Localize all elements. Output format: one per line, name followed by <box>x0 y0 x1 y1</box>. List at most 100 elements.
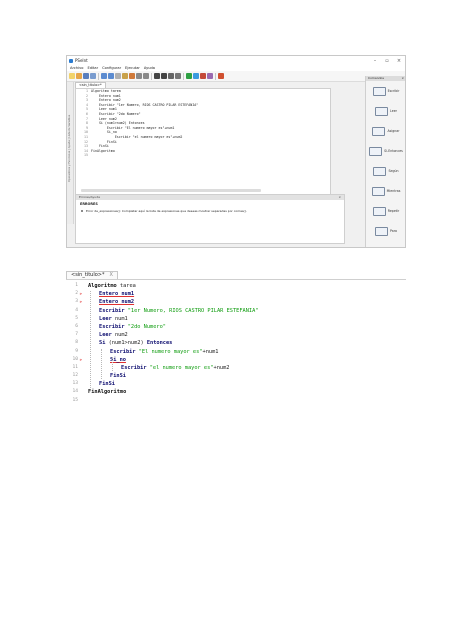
line-number: 11 <box>72 364 78 370</box>
menu-editar[interactable]: Editar <box>87 66 98 70</box>
pseint-window: PSeInt – ▫ × Archivo Editar Configurar E… <box>66 55 406 248</box>
command-label: Leer <box>390 109 397 113</box>
replace-icon[interactable] <box>168 73 174 79</box>
zoom-code-line[interactable]: 11 Escribir "el numero mayor es"+num2 <box>66 364 406 372</box>
zoom-code-line[interactable]: 2 ⊳ Entero num1 <box>66 290 406 298</box>
command-icon <box>372 206 386 216</box>
indent-guide <box>112 356 113 372</box>
undo-icon[interactable] <box>101 73 107 79</box>
command-icon <box>369 146 383 156</box>
code-token: FinAlgoritmo <box>88 389 127 396</box>
horizontal-scrollbar[interactable] <box>81 189 261 192</box>
line-number: 8 <box>75 340 78 346</box>
line-number: 5 <box>75 315 78 321</box>
save-icon[interactable] <box>83 73 89 79</box>
code-text: Entero num2 <box>84 298 134 306</box>
zoom-code-line[interactable]: 14 FinAlgoritmo <box>66 388 406 396</box>
code-token: "El numero mayor es" <box>135 348 203 355</box>
menu-ayuda[interactable]: Ayuda <box>144 66 155 70</box>
code-token: Escribir <box>110 348 136 355</box>
command-label: Asignar <box>387 129 400 133</box>
command-7[interactable]: Para <box>366 221 405 241</box>
line-number: 10 <box>72 356 78 362</box>
line-number: 2 <box>75 291 78 297</box>
errors-panel: Errores/Ayuda × ERRORES Error de_expresi… <box>75 194 345 244</box>
command-2[interactable]: Asignar <box>366 121 405 141</box>
indent-icon[interactable] <box>175 73 181 79</box>
help-icon[interactable] <box>218 73 224 79</box>
command-4[interactable]: Según <box>366 161 405 181</box>
zoom-code-line[interactable]: 3 ⊳ Entero num2 <box>66 298 406 306</box>
command-label: Según <box>388 169 399 173</box>
command-label: Escribir <box>387 89 400 93</box>
code-text: Escribir "El numero mayor es"+num1 <box>84 348 218 356</box>
menu-ejecutar[interactable]: Ejecutar <box>125 66 140 70</box>
new-file-icon[interactable] <box>69 73 75 79</box>
find-icon[interactable] <box>154 73 160 79</box>
copy-icon[interactable] <box>122 73 128 79</box>
redo-icon[interactable] <box>108 73 114 79</box>
open-file-icon[interactable] <box>76 73 82 79</box>
flowchart-icon[interactable] <box>200 73 206 79</box>
toolbar-separator <box>151 72 152 80</box>
close-icon[interactable]: × <box>401 76 404 81</box>
zoom-code-line[interactable]: 15 <box>66 397 406 405</box>
line-number: 14 <box>72 389 78 395</box>
command-8[interactable]: Función <box>366 241 405 247</box>
left-side-strip[interactable]: Operadores y Funciones | Ayuda | Lista d… <box>67 82 74 224</box>
zoom-code-line[interactable]: 5 Leer num1 <box>66 315 406 323</box>
code-line[interactable]: 15 <box>76 153 330 158</box>
menu-archivo[interactable]: Archivo <box>70 66 83 70</box>
errors-panel-header: Errores/Ayuda × <box>76 195 344 200</box>
code-token: Escribir <box>99 323 125 330</box>
zoom-code-line[interactable]: 4 Escribir "1er Numero, RIOS CASTRO PILAR… <box>66 307 406 315</box>
code-text: Escribir "1er Numero, RIOS CASTRO PILAR … <box>84 307 258 315</box>
command-5[interactable]: Mientras <box>366 181 405 201</box>
error-item[interactable]: Error de_expresiones(): Completar aquí l… <box>76 206 344 213</box>
command-6[interactable]: Repetir <box>366 201 405 221</box>
find-next-icon[interactable] <box>161 73 167 79</box>
title-bar: PSeInt – ▫ × <box>67 56 405 65</box>
code-token: Escribir <box>99 307 125 314</box>
zoom-code-line[interactable]: 13 FinSi <box>66 380 406 388</box>
move-up-icon[interactable] <box>136 73 142 79</box>
zoom-code-line[interactable]: 9 Escribir "El numero mayor es"+num1 <box>66 348 406 356</box>
tab-sin-titulo[interactable]: <sin_titulo>* X <box>66 271 118 279</box>
zoom-code-line[interactable]: 10 ⊳ Si_no <box>66 356 406 364</box>
zoom-code-line[interactable]: 6 Escribir "2do Numero" <box>66 323 406 331</box>
app-icon <box>69 58 73 63</box>
zoom-code-line[interactable]: 7 Leer num2 <box>66 331 406 339</box>
command-1[interactable]: Leer <box>366 101 405 121</box>
close-icon[interactable]: × <box>338 195 341 200</box>
zoom-code-line[interactable]: 8 Si (num1>num2) Entonces <box>66 339 406 347</box>
code-token: +num2 <box>213 364 230 371</box>
run-icon[interactable] <box>186 73 192 79</box>
menu-configurar[interactable]: Configurar <box>102 66 121 70</box>
command-0[interactable]: Escribir <box>366 81 405 101</box>
window-controls: – ▫ × <box>369 58 405 64</box>
code-text: FinAlgoritmo <box>84 388 126 396</box>
line-number: 7 <box>75 332 78 338</box>
zoom-code-line[interactable]: 12 FinSi <box>66 372 406 380</box>
code-text: FinAlgoritmo <box>91 148 115 153</box>
minimize-icon[interactable]: – <box>369 58 381 64</box>
zoom-code-line[interactable]: 1 Algoritmo tarea <box>66 282 406 290</box>
toolbar-separator <box>98 72 99 80</box>
move-down-icon[interactable] <box>143 73 149 79</box>
command-3[interactable]: Si-Entonces <box>366 141 405 161</box>
export-icon[interactable] <box>207 73 213 79</box>
code-token: (num1>num2) <box>105 340 147 347</box>
command-icon <box>372 246 386 247</box>
close-icon[interactable]: × <box>393 58 405 64</box>
close-tab-icon[interactable]: X <box>109 272 112 279</box>
save-as-icon[interactable] <box>90 73 96 79</box>
right-side-strip[interactable] <box>405 76 406 248</box>
maximize-icon[interactable]: ▫ <box>381 58 393 64</box>
command-label: Mientras <box>386 189 401 193</box>
paste-icon[interactable] <box>129 73 135 79</box>
step-icon[interactable] <box>193 73 199 79</box>
zoom-code-area[interactable]: 1 Algoritmo tarea 2 ⊳ Entero num1 3 ⊳ Entero nu… <box>66 282 406 405</box>
cut-icon[interactable] <box>115 73 121 79</box>
left-strip-label: Operadores y Funciones | Ayuda | Lista d… <box>68 114 71 182</box>
